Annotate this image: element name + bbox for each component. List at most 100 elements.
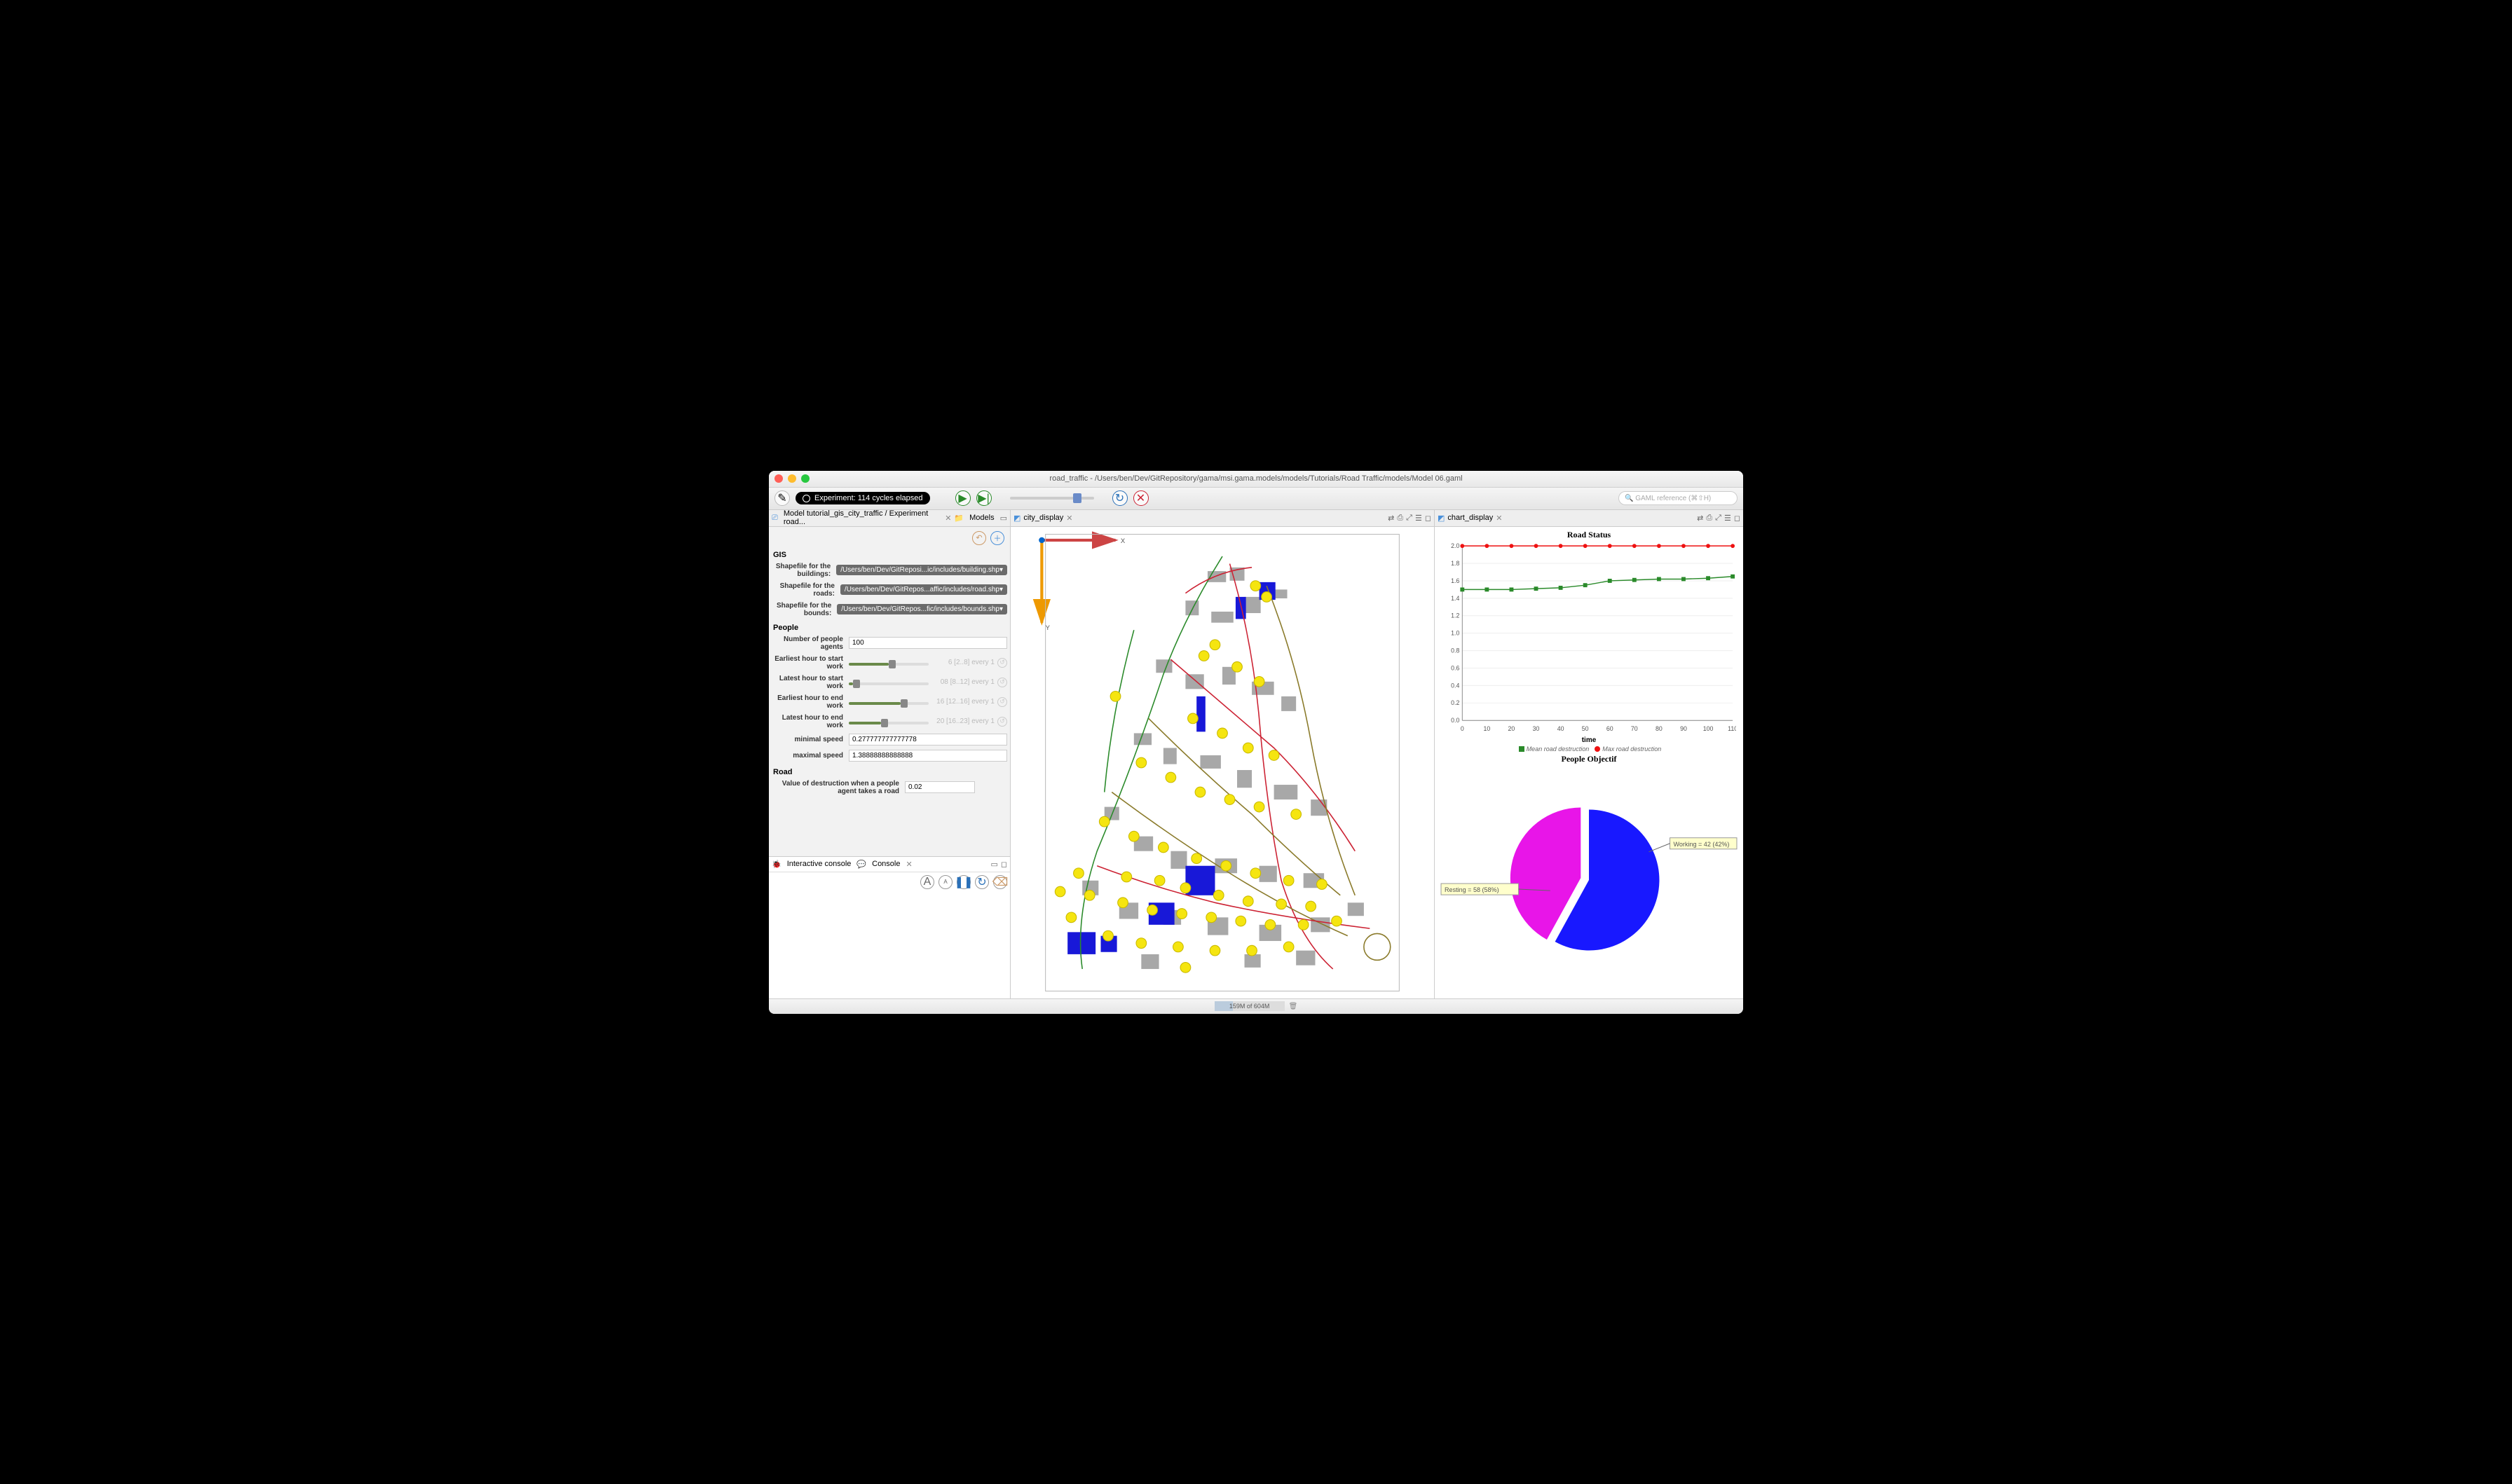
tab-model[interactable]: Model tutorial_gis_city_traffic / Experi… bbox=[781, 508, 942, 528]
late-start-slider[interactable] bbox=[849, 682, 929, 685]
left-panel: ⎚ Model tutorial_gis_city_traffic / Expe… bbox=[769, 510, 1011, 998]
roads-shapefile-dropdown[interactable]: /Users/ben/Dev/GitRepos...affic/includes… bbox=[840, 584, 1007, 595]
snapshot-icon[interactable]: ⎙ bbox=[1397, 514, 1403, 523]
people-objectif-chart: Resting = 58 (58%)Working = 42 (42%) bbox=[1438, 764, 1740, 996]
parameters-panel: ↶ ＋ GIS Shapefile for the buildings: /Us… bbox=[769, 527, 1010, 856]
city-display-canvas[interactable]: X Y bbox=[1011, 527, 1434, 998]
minimize-panel-icon[interactable]: ▭ bbox=[1000, 514, 1007, 523]
svg-text:1.4: 1.4 bbox=[1451, 594, 1459, 601]
late-end-slider[interactable] bbox=[849, 722, 929, 724]
zoom-fit-icon[interactable]: ⤢ bbox=[1715, 514, 1721, 523]
layers-icon[interactable]: ☰ bbox=[1415, 514, 1422, 523]
tab-city-display[interactable]: city_display bbox=[1023, 514, 1063, 522]
svg-text:1.8: 1.8 bbox=[1451, 559, 1459, 566]
min-icon[interactable]: ▭ bbox=[990, 860, 997, 869]
tab-console[interactable]: Console bbox=[872, 860, 900, 868]
early-start-slider[interactable] bbox=[849, 663, 929, 666]
speed-slider[interactable] bbox=[1010, 497, 1094, 500]
status-bar: 159M of 604M 🗑 bbox=[769, 998, 1743, 1014]
workspace: ⎚ Model tutorial_gis_city_traffic / Expe… bbox=[769, 510, 1743, 998]
buildings-shapefile-dropdown[interactable]: /Users/ben/Dev/GitReposi...ic/includes/b… bbox=[836, 565, 1007, 575]
tab-models-nav[interactable]: Models bbox=[967, 512, 997, 523]
tab-interactive-console[interactable]: Interactive console bbox=[787, 860, 852, 868]
display-icon: ◩ bbox=[1438, 514, 1445, 523]
tab-chart-display[interactable]: chart_display bbox=[1447, 514, 1493, 522]
params-icon: ⎚ bbox=[772, 514, 778, 523]
close-icon[interactable] bbox=[774, 474, 783, 483]
minimize-icon[interactable] bbox=[788, 474, 796, 483]
add-param-button[interactable]: ＋ bbox=[990, 531, 1004, 545]
clear-console-button[interactable]: ⌫ bbox=[993, 875, 1007, 889]
reset-icon[interactable]: ↺ bbox=[997, 717, 1007, 727]
folder-icon: 📁 bbox=[954, 514, 964, 523]
search-input[interactable]: 🔍 GAML reference (⌘⇧H) bbox=[1618, 491, 1738, 505]
section-gis: GIS bbox=[772, 547, 1007, 561]
chevron-down-icon: ▾ bbox=[999, 586, 1003, 593]
stop-button[interactable]: ✕ bbox=[1133, 490, 1149, 506]
reload-button[interactable]: ↻ bbox=[1112, 490, 1128, 506]
road-status-title: Road Status bbox=[1438, 530, 1740, 540]
section-road: Road bbox=[772, 764, 1007, 778]
svg-text:40: 40 bbox=[1557, 724, 1564, 731]
font-inc-button[interactable]: A bbox=[920, 875, 934, 889]
zoom-fit-icon[interactable]: ⤢ bbox=[1406, 514, 1412, 523]
svg-text:2.0: 2.0 bbox=[1451, 542, 1459, 549]
min-speed-input[interactable] bbox=[849, 734, 1007, 746]
city-map: X Y bbox=[1011, 527, 1434, 998]
destruction-input[interactable] bbox=[905, 781, 975, 793]
trash-icon[interactable]: 🗑 bbox=[1289, 1003, 1298, 1010]
early-end-slider[interactable] bbox=[849, 702, 929, 705]
titlebar: road_traffic - /Users/ben/Dev/GitReposit… bbox=[769, 471, 1743, 488]
svg-text:10: 10 bbox=[1483, 724, 1490, 731]
chevron-down-icon: ▾ bbox=[999, 566, 1003, 574]
svg-text:0.4: 0.4 bbox=[1451, 682, 1459, 689]
close-tab-icon[interactable]: ✕ bbox=[945, 514, 951, 523]
bounds-shapefile-dropdown[interactable]: /Users/ben/Dev/GitRepos...fic/includes/b… bbox=[837, 604, 1007, 614]
window-title: road_traffic - /Users/ben/Dev/GitReposit… bbox=[769, 474, 1743, 483]
svg-text:Resting = 58 (58%): Resting = 58 (58%) bbox=[1445, 886, 1499, 893]
reset-icon[interactable]: ↺ bbox=[997, 678, 1007, 687]
max-view-icon[interactable]: ◻ bbox=[1734, 514, 1740, 523]
edit-button[interactable]: ✎ bbox=[774, 490, 790, 506]
close-console-icon[interactable]: ✕ bbox=[906, 860, 912, 869]
reset-icon[interactable]: ↺ bbox=[997, 658, 1007, 668]
app-window: road_traffic - /Users/ben/Dev/GitReposit… bbox=[769, 471, 1743, 1014]
right-panel: ◩ chart_display ✕ ⇄ ⎙ ⤢ ☰ ◻ Road Status … bbox=[1435, 510, 1743, 998]
svg-text:Y: Y bbox=[1046, 624, 1051, 632]
play-button[interactable]: ▶ bbox=[955, 490, 971, 506]
snapshot-icon[interactable]: ⎙ bbox=[1706, 514, 1712, 523]
font-dec-button[interactable]: A bbox=[938, 875, 953, 889]
layers-icon[interactable]: ☰ bbox=[1724, 514, 1731, 523]
max-icon[interactable]: ◻ bbox=[1001, 860, 1007, 869]
svg-text:1.0: 1.0 bbox=[1451, 629, 1459, 636]
memory-indicator[interactable]: 159M of 604M bbox=[1215, 1001, 1285, 1011]
pie-title: People Objectif bbox=[1438, 754, 1740, 764]
sync-icon[interactable]: ⇄ bbox=[1388, 514, 1394, 523]
svg-text:1.2: 1.2 bbox=[1451, 612, 1459, 619]
nb-agents-input[interactable] bbox=[849, 637, 1007, 649]
svg-text:30: 30 bbox=[1533, 724, 1540, 731]
svg-text:20: 20 bbox=[1508, 724, 1515, 731]
close-display-icon[interactable]: ✕ bbox=[1066, 514, 1072, 523]
charts-canvas[interactable]: Road Status 0.00.20.40.60.81.01.21.41.61… bbox=[1435, 527, 1743, 998]
refresh-console-button[interactable]: ↻ bbox=[975, 875, 989, 889]
pause-console-button[interactable]: ❚❚ bbox=[957, 875, 971, 889]
center-panel: ◩ city_display ✕ ⇄ ⎙ ⤢ ☰ ◻ bbox=[1011, 510, 1435, 998]
svg-text:80: 80 bbox=[1656, 724, 1663, 731]
search-icon: 🔍 bbox=[1625, 495, 1633, 502]
revert-button[interactable]: ↶ bbox=[972, 531, 986, 545]
max-view-icon[interactable]: ◻ bbox=[1425, 514, 1431, 523]
reset-icon[interactable]: ↺ bbox=[997, 697, 1007, 707]
svg-text:100: 100 bbox=[1703, 724, 1714, 731]
sync-icon[interactable]: ⇄ bbox=[1697, 514, 1703, 523]
svg-text:0.2: 0.2 bbox=[1451, 699, 1459, 706]
close-chart-icon[interactable]: ✕ bbox=[1496, 514, 1502, 523]
zoom-icon[interactable] bbox=[801, 474, 810, 483]
svg-text:110: 110 bbox=[1728, 724, 1736, 731]
max-speed-input[interactable] bbox=[849, 750, 1007, 762]
experiment-label: Experiment: 114 cycles elapsed bbox=[814, 494, 923, 502]
svg-text:1.6: 1.6 bbox=[1451, 577, 1459, 584]
step-button[interactable]: ▶| bbox=[976, 490, 992, 506]
console-icon: 💬 bbox=[856, 860, 866, 869]
svg-text:X: X bbox=[1121, 537, 1126, 545]
